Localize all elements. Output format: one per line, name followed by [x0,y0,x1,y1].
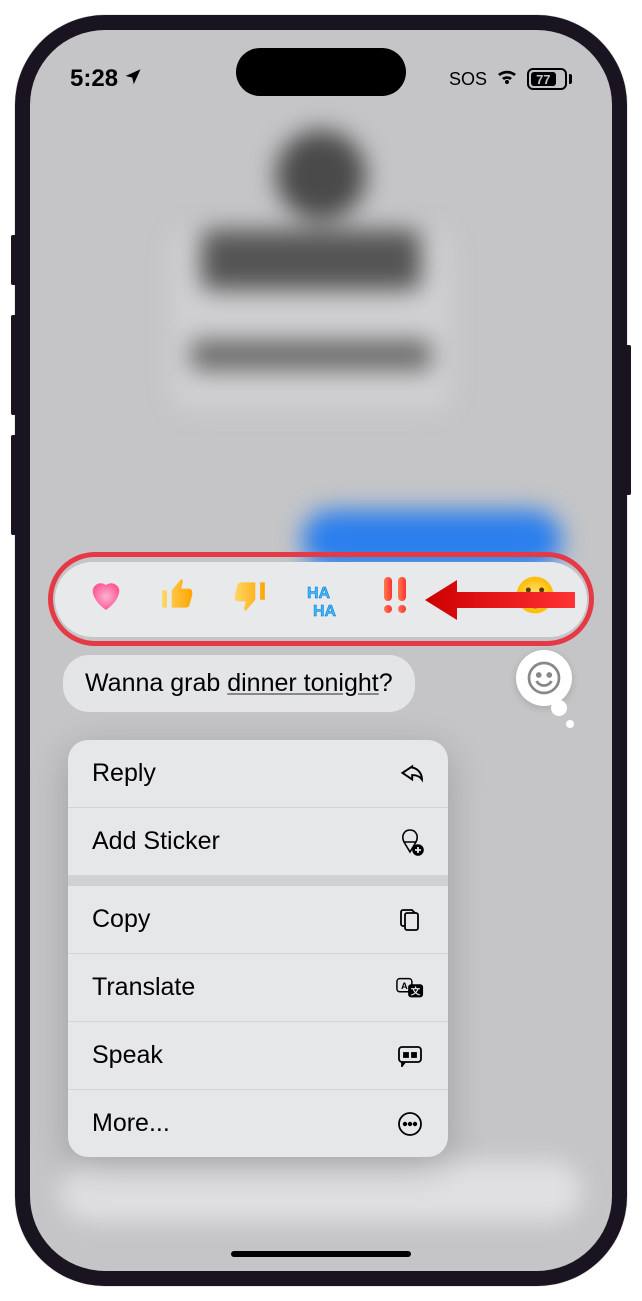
sos-label: SOS [449,69,487,90]
status-time: 5:28 [70,65,142,93]
message-bubble[interactable]: Wanna grab dinner tonight? [63,655,415,712]
volume-down-button [11,435,15,535]
menu-translate-label: Translate [92,973,195,1002]
tapback-custom-emoji-icon[interactable] [515,575,555,624]
add-emoji-button[interactable] [516,650,572,706]
menu-reply-label: Reply [92,759,156,788]
home-indicator[interactable] [231,1251,411,1257]
status-right: SOS 77 [449,66,572,92]
message-text-underlined: dinner tonight [227,669,379,697]
svg-text:HA: HA [313,603,337,620]
dynamic-island [236,48,406,96]
menu-more[interactable]: More... [68,1090,448,1157]
more-icon [396,1110,424,1138]
location-icon [124,67,142,91]
svg-text:文: 文 [410,985,421,996]
message-text-suffix: ? [379,669,393,697]
battery-level: 77 [531,72,556,86]
phone-frame: 5:28 SOS 77 [15,15,627,1286]
speak-icon [396,1042,424,1070]
volume-up-button [11,315,15,415]
reply-icon [396,760,424,788]
mute-switch [11,235,15,285]
tapback-bar: HAHA [55,562,587,637]
tapback-thumbsup-icon[interactable] [159,576,197,623]
tapback-exclaim-icon[interactable] [378,575,412,624]
time-label: 5:28 [70,65,118,93]
menu-more-label: More... [92,1109,170,1138]
svg-text:A: A [401,980,408,990]
menu-translate[interactable]: Translate A文 [68,954,448,1022]
context-menu: Reply Add Sticker Copy Translate [68,740,448,1157]
menu-reply[interactable]: Reply [68,740,448,808]
tapback-thumbsdown-icon[interactable] [230,576,268,623]
tapback-haha-icon[interactable]: HAHA [301,578,345,622]
sticker-icon [396,828,424,856]
menu-separator [68,876,448,886]
svg-text:HA: HA [307,585,331,602]
wifi-icon [495,66,519,92]
menu-add-sticker[interactable]: Add Sticker [68,808,448,876]
battery-indicator: 77 [527,68,572,90]
translate-icon: A文 [396,974,424,1002]
copy-icon [396,906,424,934]
phone-screen: 5:28 SOS 77 [30,30,612,1271]
message-text-prefix: Wanna grab [85,669,227,697]
menu-speak[interactable]: Speak [68,1022,448,1090]
menu-copy-label: Copy [92,905,150,934]
power-button [627,345,631,495]
menu-copy[interactable]: Copy [68,886,448,954]
tapback-heart-icon[interactable] [86,575,126,624]
menu-add-sticker-label: Add Sticker [92,827,220,856]
menu-speak-label: Speak [92,1041,163,1070]
